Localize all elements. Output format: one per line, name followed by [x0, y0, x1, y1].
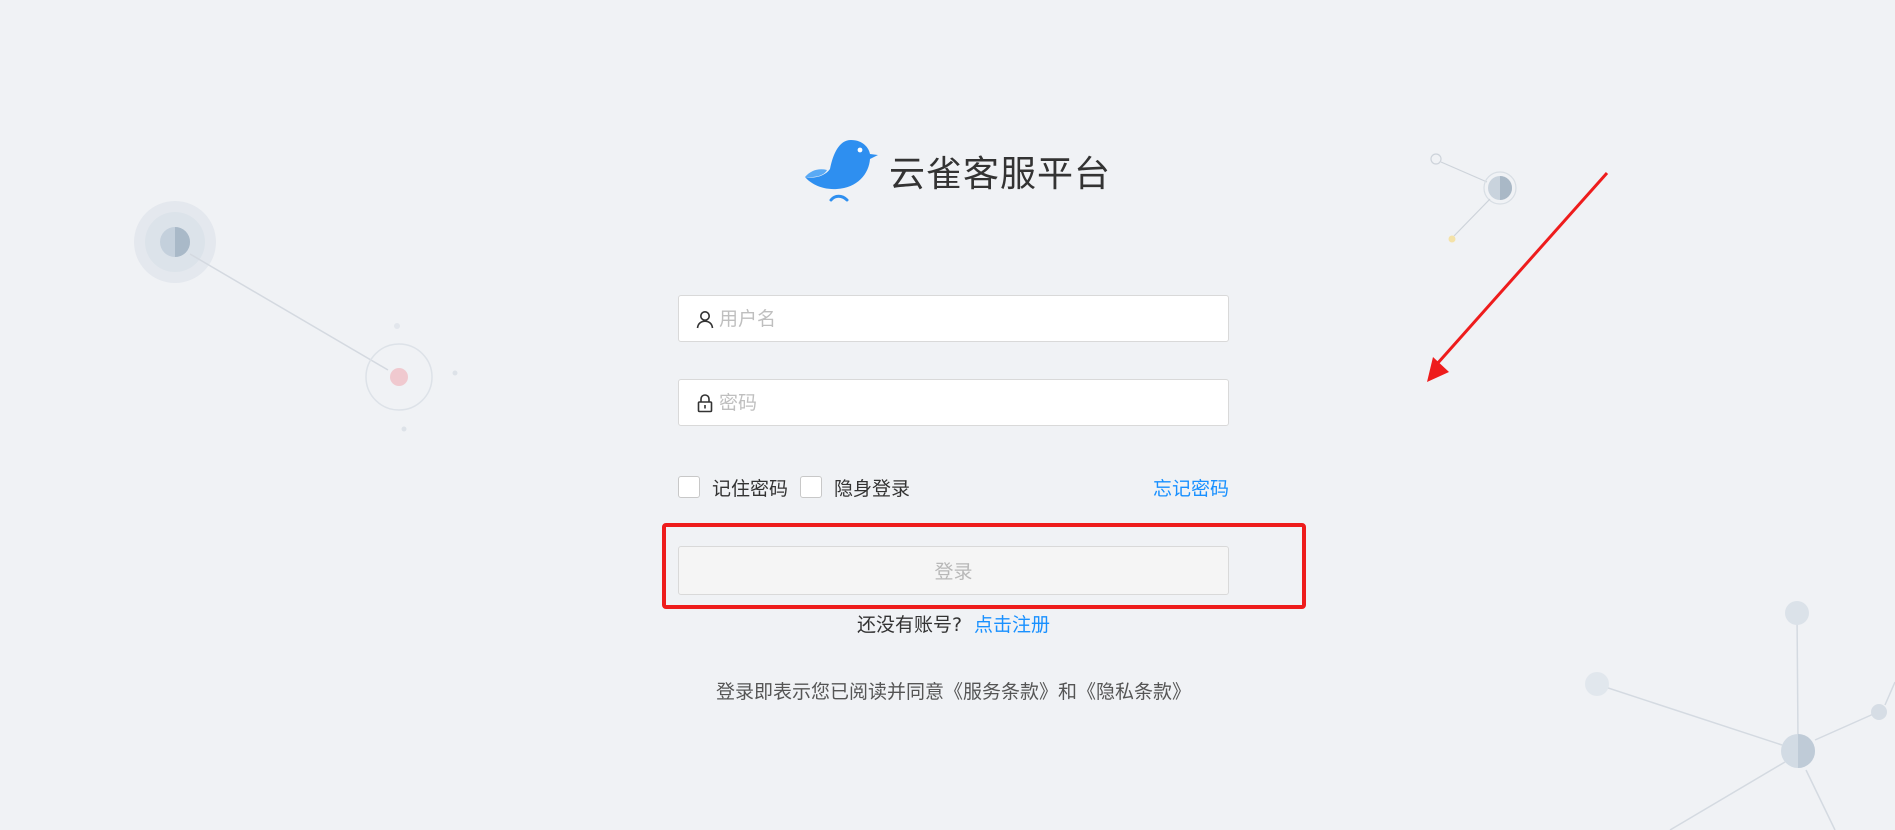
terms-prefix-text: 登录即表示您已阅读并同意 — [715, 681, 944, 703]
login-options: 记住密码 隐身登录 忘记密码 — [678, 472, 1229, 502]
register-link[interactable]: 点击注册 — [974, 614, 1050, 636]
terms-agreement: 登录即表示您已阅读并同意《服务条款》和《隐私条款》 — [600, 677, 1307, 704]
left-node-cluster — [134, 201, 458, 432]
password-input[interactable] — [719, 380, 1228, 425]
user-icon — [696, 310, 714, 328]
password-field[interactable] — [678, 379, 1229, 426]
username-field[interactable] — [678, 295, 1229, 342]
service-terms-link[interactable]: 《服务条款》 — [944, 681, 1058, 703]
lock-icon — [697, 393, 713, 412]
bird-logo-icon — [805, 140, 878, 202]
invisible-login-label: 隐身登录 — [834, 477, 911, 500]
login-button[interactable]: 登录 — [678, 546, 1229, 595]
forgot-password-link[interactable]: 忘记密码 — [1153, 474, 1229, 501]
bottom-right-node-cluster — [1585, 601, 1895, 830]
invisible-login-option[interactable]: 隐身登录 — [800, 474, 910, 501]
register-prompt-text: 还没有账号? — [856, 614, 963, 636]
remember-password-option[interactable]: 记住密码 — [678, 474, 788, 501]
username-input[interactable] — [719, 296, 1228, 341]
register-prompt-line: 还没有账号? 点击注册 — [678, 610, 1229, 637]
remember-password-label: 记住密码 — [712, 477, 789, 500]
top-right-node-cluster — [1430, 153, 1517, 243]
privacy-terms-link[interactable]: 《隐私条款》 — [1077, 681, 1191, 703]
invisible-login-checkbox[interactable] — [800, 476, 823, 498]
brand-title: 云雀客服平台 — [889, 154, 1112, 195]
remember-password-checkbox[interactable] — [678, 476, 700, 498]
brand-logo: 云雀客服平台 — [805, 136, 1111, 206]
terms-joiner-text: 和 — [1058, 681, 1078, 703]
